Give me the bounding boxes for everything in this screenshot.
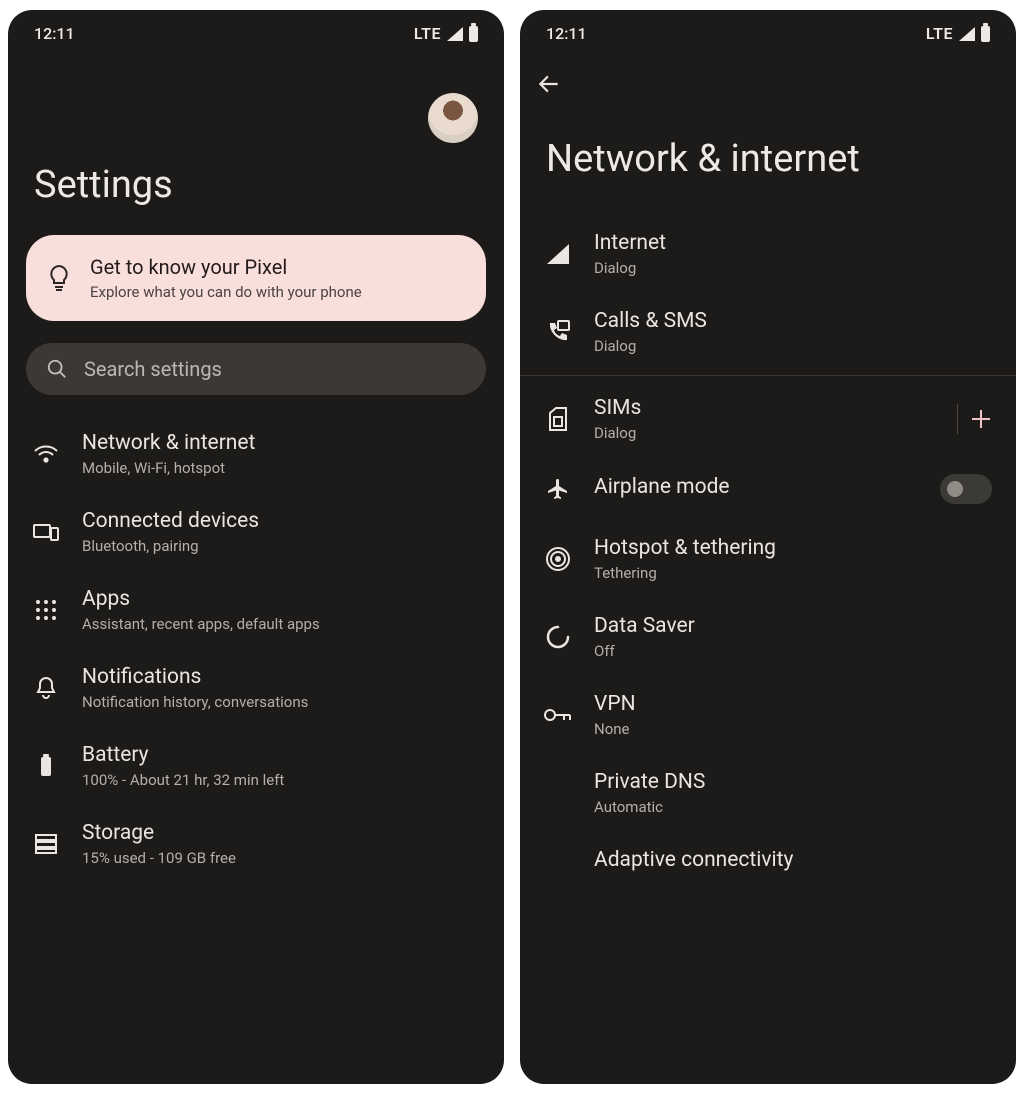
network-item-sims[interactable]: SIMs Dialog <box>520 380 1016 458</box>
wifi-icon <box>32 444 60 464</box>
item-title: Internet <box>594 231 992 255</box>
item-subtitle: Dialog <box>594 337 992 355</box>
profile-avatar[interactable] <box>428 93 478 143</box>
devices-icon <box>32 522 60 542</box>
bell-icon <box>32 676 60 700</box>
airplane-toggle[interactable] <box>940 474 992 504</box>
item-title: Airplane mode <box>594 475 918 499</box>
settings-item-connected-devices[interactable]: Connected devices Bluetooth, pairing <box>8 493 504 571</box>
promo-title: Get to know your Pixel <box>90 255 362 279</box>
clock: 12:11 <box>34 24 75 43</box>
plus-icon <box>970 408 992 430</box>
network-item-airplane[interactable]: Airplane mode <box>520 458 1016 520</box>
settings-item-notifications[interactable]: Notifications Notification history, conv… <box>8 649 504 727</box>
back-button[interactable] <box>520 53 1016 97</box>
network-label: LTE <box>926 24 953 43</box>
network-item-private-dns[interactable]: Private DNS Automatic <box>520 754 1016 832</box>
clock: 12:11 <box>546 24 587 43</box>
add-sim-button[interactable] <box>970 408 992 430</box>
search-settings[interactable]: Search settings <box>26 343 486 395</box>
network-item-adaptive-connectivity[interactable]: Adaptive connectivity <box>520 832 1016 876</box>
signal-icon <box>447 27 463 41</box>
network-list: Internet Dialog Calls & SMS Dialog <box>520 209 1016 1084</box>
page-title: Settings <box>8 163 504 223</box>
item-title: SIMs <box>594 396 935 420</box>
item-subtitle: Mobile, Wi-Fi, hotspot <box>82 459 480 477</box>
arrow-left-icon <box>536 71 562 97</box>
battery-icon <box>469 26 478 42</box>
item-title: Storage <box>82 821 480 845</box>
item-title: Notifications <box>82 665 480 689</box>
status-bar: 12:11 LTE <box>520 10 1016 53</box>
item-subtitle: 15% used - 109 GB free <box>82 849 480 867</box>
item-title: VPN <box>594 692 992 716</box>
item-subtitle: Notification history, conversations <box>82 693 480 711</box>
item-title: Calls & SMS <box>594 309 992 333</box>
phone-sms-icon <box>544 320 572 344</box>
settings-item-network[interactable]: Network & internet Mobile, Wi-Fi, hotspo… <box>8 415 504 493</box>
item-title: Battery <box>82 743 480 767</box>
item-title: Apps <box>82 587 480 611</box>
airplane-icon <box>544 477 572 501</box>
settings-screen: 12:11 LTE Settings Get to know your Pixe… <box>8 10 504 1084</box>
item-subtitle: Assistant, recent apps, default apps <box>82 615 480 633</box>
item-title: Private DNS <box>594 770 992 794</box>
section-divider <box>520 375 1016 376</box>
search-icon <box>46 358 68 380</box>
item-title: Network & internet <box>82 431 480 455</box>
page-title: Network & internet <box>520 97 1016 209</box>
item-title: Hotspot & tethering <box>594 536 992 560</box>
promo-card[interactable]: Get to know your Pixel Explore what you … <box>26 235 486 321</box>
item-subtitle: Bluetooth, pairing <box>82 537 480 555</box>
data-saver-icon <box>544 625 572 649</box>
item-subtitle: Tethering <box>594 564 992 582</box>
item-title: Data Saver <box>594 614 992 638</box>
network-item-internet[interactable]: Internet Dialog <box>520 215 1016 293</box>
item-subtitle: 100% - About 21 hr, 32 min left <box>82 771 480 789</box>
hotspot-icon <box>544 546 572 572</box>
item-subtitle: Off <box>594 642 992 660</box>
search-placeholder: Search settings <box>84 357 222 381</box>
settings-item-battery[interactable]: Battery 100% - About 21 hr, 32 min left <box>8 727 504 805</box>
apps-grid-icon <box>32 599 60 621</box>
network-label: LTE <box>414 24 441 43</box>
item-subtitle: Dialog <box>594 259 992 277</box>
status-bar: 12:11 LTE <box>8 10 504 53</box>
signal-triangle-icon <box>544 244 572 264</box>
promo-subtitle: Explore what you can do with your phone <box>90 283 362 301</box>
battery-icon <box>32 754 60 778</box>
item-subtitle: Dialog <box>594 424 935 442</box>
signal-icon <box>959 27 975 41</box>
sim-icon <box>544 407 572 431</box>
battery-icon <box>981 26 990 42</box>
item-title: Adaptive connectivity <box>594 848 992 872</box>
settings-item-apps[interactable]: Apps Assistant, recent apps, default app… <box>8 571 504 649</box>
settings-item-storage[interactable]: Storage 15% used - 109 GB free <box>8 805 504 883</box>
vertical-divider <box>957 404 958 434</box>
network-item-hotspot[interactable]: Hotspot & tethering Tethering <box>520 520 1016 598</box>
network-item-data-saver[interactable]: Data Saver Off <box>520 598 1016 676</box>
item-subtitle: Automatic <box>594 798 992 816</box>
item-title: Connected devices <box>82 509 480 533</box>
item-subtitle: None <box>594 720 992 738</box>
network-item-vpn[interactable]: VPN None <box>520 676 1016 754</box>
settings-list: Network & internet Mobile, Wi-Fi, hotspo… <box>8 409 504 1084</box>
network-screen: 12:11 LTE Network & internet Internet Di… <box>520 10 1016 1084</box>
lightbulb-icon <box>48 264 70 292</box>
storage-icon <box>32 834 60 854</box>
network-item-calls-sms[interactable]: Calls & SMS Dialog <box>520 293 1016 371</box>
vpn-key-icon <box>544 707 572 723</box>
